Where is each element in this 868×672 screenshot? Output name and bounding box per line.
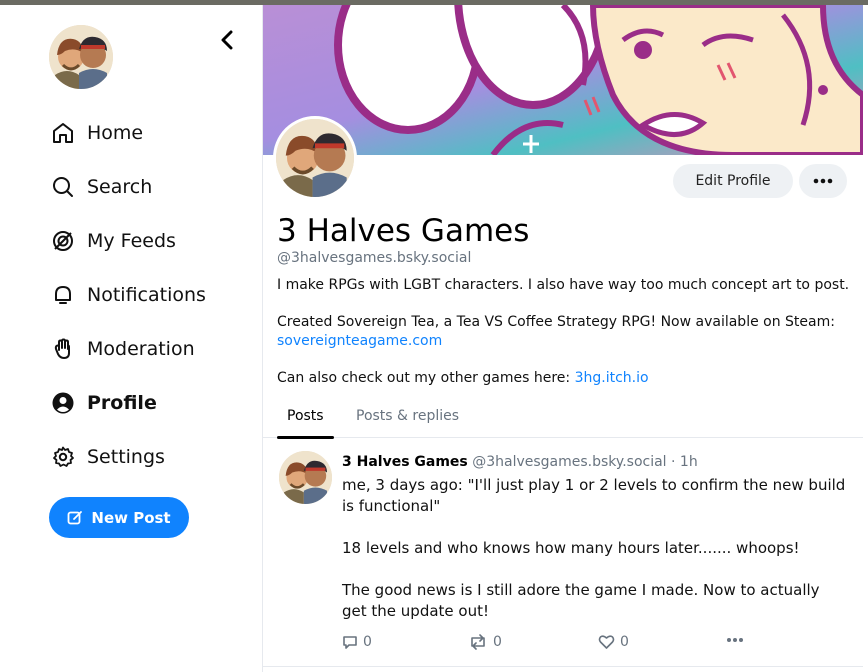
gear-icon: [49, 443, 77, 471]
reply-button[interactable]: 0: [342, 634, 372, 650]
profile-tabs: Posts Posts & replies: [263, 393, 863, 439]
post-handle[interactable]: @3halvesgames.bsky.social: [472, 454, 666, 470]
collapse-sidebar-button[interactable]: [214, 27, 240, 53]
heart-icon: [598, 634, 615, 650]
profile-avatar[interactable]: [273, 116, 357, 200]
more-horizontal-icon: [813, 178, 833, 184]
sidebar-item-profile[interactable]: Profile: [49, 376, 249, 430]
edit-profile-button[interactable]: Edit Profile: [673, 164, 793, 198]
sidebar-item-label: My Feeds: [87, 230, 176, 252]
profile-main: Edit Profile 3 Halves Games @3halvesgame…: [262, 5, 868, 672]
repost-button[interactable]: 0: [468, 634, 502, 650]
sidebar-item-label: Home: [87, 122, 144, 144]
tab-posts-and-replies[interactable]: Posts & replies: [356, 393, 459, 438]
feed-post[interactable]: 3 Halves Games @3halvesgames.bsky.social…: [263, 439, 863, 667]
like-count: 0: [620, 634, 629, 650]
reply-count: 0: [363, 634, 372, 650]
sidebar-item-my-feeds[interactable]: My Feeds: [49, 214, 249, 268]
post-paragraph: The good news is I still adore the game …: [342, 581, 820, 620]
sidebar-item-label: Notifications: [87, 284, 206, 306]
bio-line: Created Sovereign Tea, a Tea VS Coffee S…: [277, 314, 835, 330]
bio-paragraph: Created Sovereign Tea, a Tea VS Coffee S…: [277, 313, 857, 351]
profile-handle: @3halvesgames.bsky.social: [277, 250, 472, 266]
tab-posts[interactable]: Posts: [277, 393, 334, 439]
sidebar-item-label: Search: [87, 176, 153, 198]
like-button[interactable]: 0: [598, 634, 629, 650]
sidebar-item-notifications[interactable]: Notifications: [49, 268, 249, 322]
post-avatar-image: [279, 451, 332, 504]
hand-icon: [49, 335, 77, 363]
bio-line: Can also check out my other games here:: [277, 370, 571, 386]
sidebar-item-label: Moderation: [87, 338, 195, 360]
post-more-button[interactable]: [726, 637, 744, 643]
banner-image: [263, 5, 863, 155]
post-paragraph: 18 levels and who knows how many hours l…: [342, 539, 800, 557]
profile-bio: I make RPGs with LGBT characters. I also…: [277, 276, 857, 406]
new-post-button[interactable]: New Post: [49, 497, 189, 538]
post-avatar[interactable]: [279, 451, 332, 504]
post-header: 3 Halves Games @3halvesgames.bsky.social…: [342, 454, 698, 470]
search-icon: [49, 173, 77, 201]
bio-line: I make RPGs with LGBT characters. I also…: [277, 277, 850, 293]
sidebar-item-settings[interactable]: Settings: [49, 430, 249, 484]
profile-banner[interactable]: [263, 5, 863, 155]
post-time[interactable]: · 1h: [671, 454, 698, 470]
user-circle-icon: [49, 389, 77, 417]
sidebar-item-label: Settings: [87, 446, 165, 468]
reply-icon: [342, 634, 358, 650]
compose-icon: [67, 510, 83, 526]
profile-avatar-image: [276, 119, 354, 197]
bell-icon: [49, 281, 77, 309]
sidebar-item-search[interactable]: Search: [49, 160, 249, 214]
post-actions: 0 0 0: [342, 634, 762, 654]
bio-paragraph: Can also check out my other games here: …: [277, 369, 857, 388]
avatar-image: [49, 25, 113, 89]
new-post-label: New Post: [91, 508, 171, 527]
sidebar-item-home[interactable]: Home: [49, 106, 249, 160]
home-icon: [49, 119, 77, 147]
post-author[interactable]: 3 Halves Games: [342, 454, 468, 470]
repost-count: 0: [493, 634, 502, 650]
profile-more-button[interactable]: [799, 164, 847, 198]
sidebar: Home Search My Feeds Notifications Moder…: [0, 5, 262, 672]
sidebar-item-moderation[interactable]: Moderation: [49, 322, 249, 376]
avatar[interactable]: [49, 25, 113, 89]
sidebar-item-label: Profile: [87, 392, 157, 414]
repost-icon: [468, 634, 488, 650]
bio-link-sovereigntea[interactable]: sovereignteagame.com: [277, 333, 442, 349]
chevron-left-icon: [221, 30, 233, 50]
feeds-icon: [49, 227, 77, 255]
post-paragraph: me, 3 days ago: "I'll just play 1 or 2 l…: [342, 476, 846, 515]
sidebar-nav: Home Search My Feeds Notifications Moder…: [49, 106, 249, 484]
profile-display-name: 3 Halves Games: [277, 213, 530, 249]
bio-link-itch[interactable]: 3hg.itch.io: [575, 370, 649, 386]
more-horizontal-icon: [727, 638, 743, 642]
post-text: me, 3 days ago: "I'll just play 1 or 2 l…: [342, 475, 847, 643]
